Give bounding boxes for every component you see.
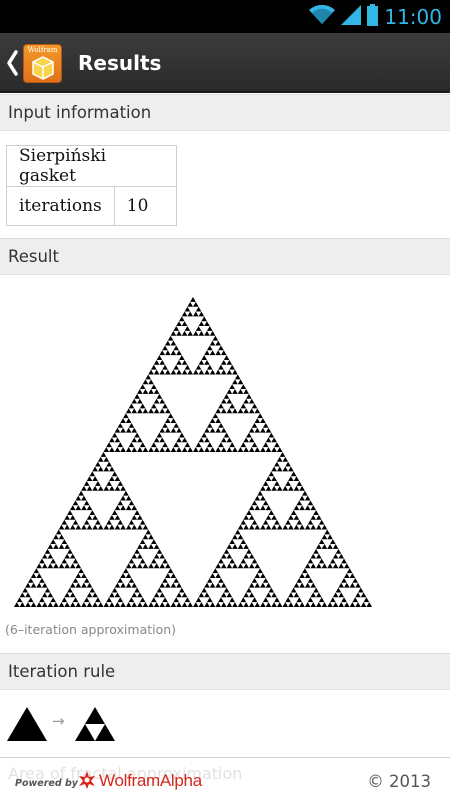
table-row: iterations 10 bbox=[6, 186, 177, 226]
page-title: Results bbox=[78, 51, 162, 75]
rule-arrow: → bbox=[52, 712, 65, 730]
input-table-value: 10 bbox=[113, 186, 177, 226]
status-bar: 11:00 bbox=[0, 0, 450, 33]
cube-icon bbox=[32, 56, 54, 80]
input-table-label: iterations bbox=[6, 186, 115, 226]
battery-icon bbox=[367, 4, 379, 30]
pod-header-input-information: Input information bbox=[0, 94, 450, 131]
logo-text: Wolfram bbox=[27, 46, 58, 54]
copyright: © 2013 bbox=[367, 772, 431, 791]
powered-by-label: Powered by bbox=[15, 778, 78, 789]
solid-triangle bbox=[7, 707, 47, 741]
gasket-triangles bbox=[14, 297, 372, 607]
wolfram-app-logo[interactable]: Wolfram bbox=[23, 44, 62, 83]
result-caption: (6–iteration approximation) bbox=[5, 622, 177, 637]
iteration-rule-diagram: → bbox=[6, 704, 121, 748]
pod-title: Iteration rule bbox=[8, 662, 116, 681]
pod-title: Input information bbox=[8, 103, 152, 122]
input-table-header: Sierpiński gasket bbox=[6, 145, 177, 187]
table-row: Sierpiński gasket bbox=[6, 145, 177, 187]
status-icons: 11:00 bbox=[309, 4, 442, 30]
chevron-left-icon[interactable] bbox=[5, 49, 19, 77]
pod-header-iteration-rule: Iteration rule bbox=[0, 653, 450, 690]
pod-header-result: Result bbox=[0, 238, 450, 275]
sierpinski-gasket-image bbox=[13, 296, 373, 612]
footer: Area of fractal approximation Powered by… bbox=[0, 757, 450, 800]
wifi-icon bbox=[309, 4, 336, 29]
signal-icon bbox=[341, 5, 362, 29]
subdivided-triangle bbox=[75, 707, 115, 741]
wolfram-star-icon bbox=[78, 771, 96, 793]
status-time: 11:00 bbox=[384, 5, 442, 29]
action-bar: Wolfram Results bbox=[0, 33, 450, 93]
input-information-table: Sierpiński gasket iterations 10 bbox=[6, 145, 177, 226]
pod-title: Result bbox=[8, 247, 59, 266]
wolframalpha-logo[interactable]: WolframAlpha bbox=[99, 771, 202, 791]
